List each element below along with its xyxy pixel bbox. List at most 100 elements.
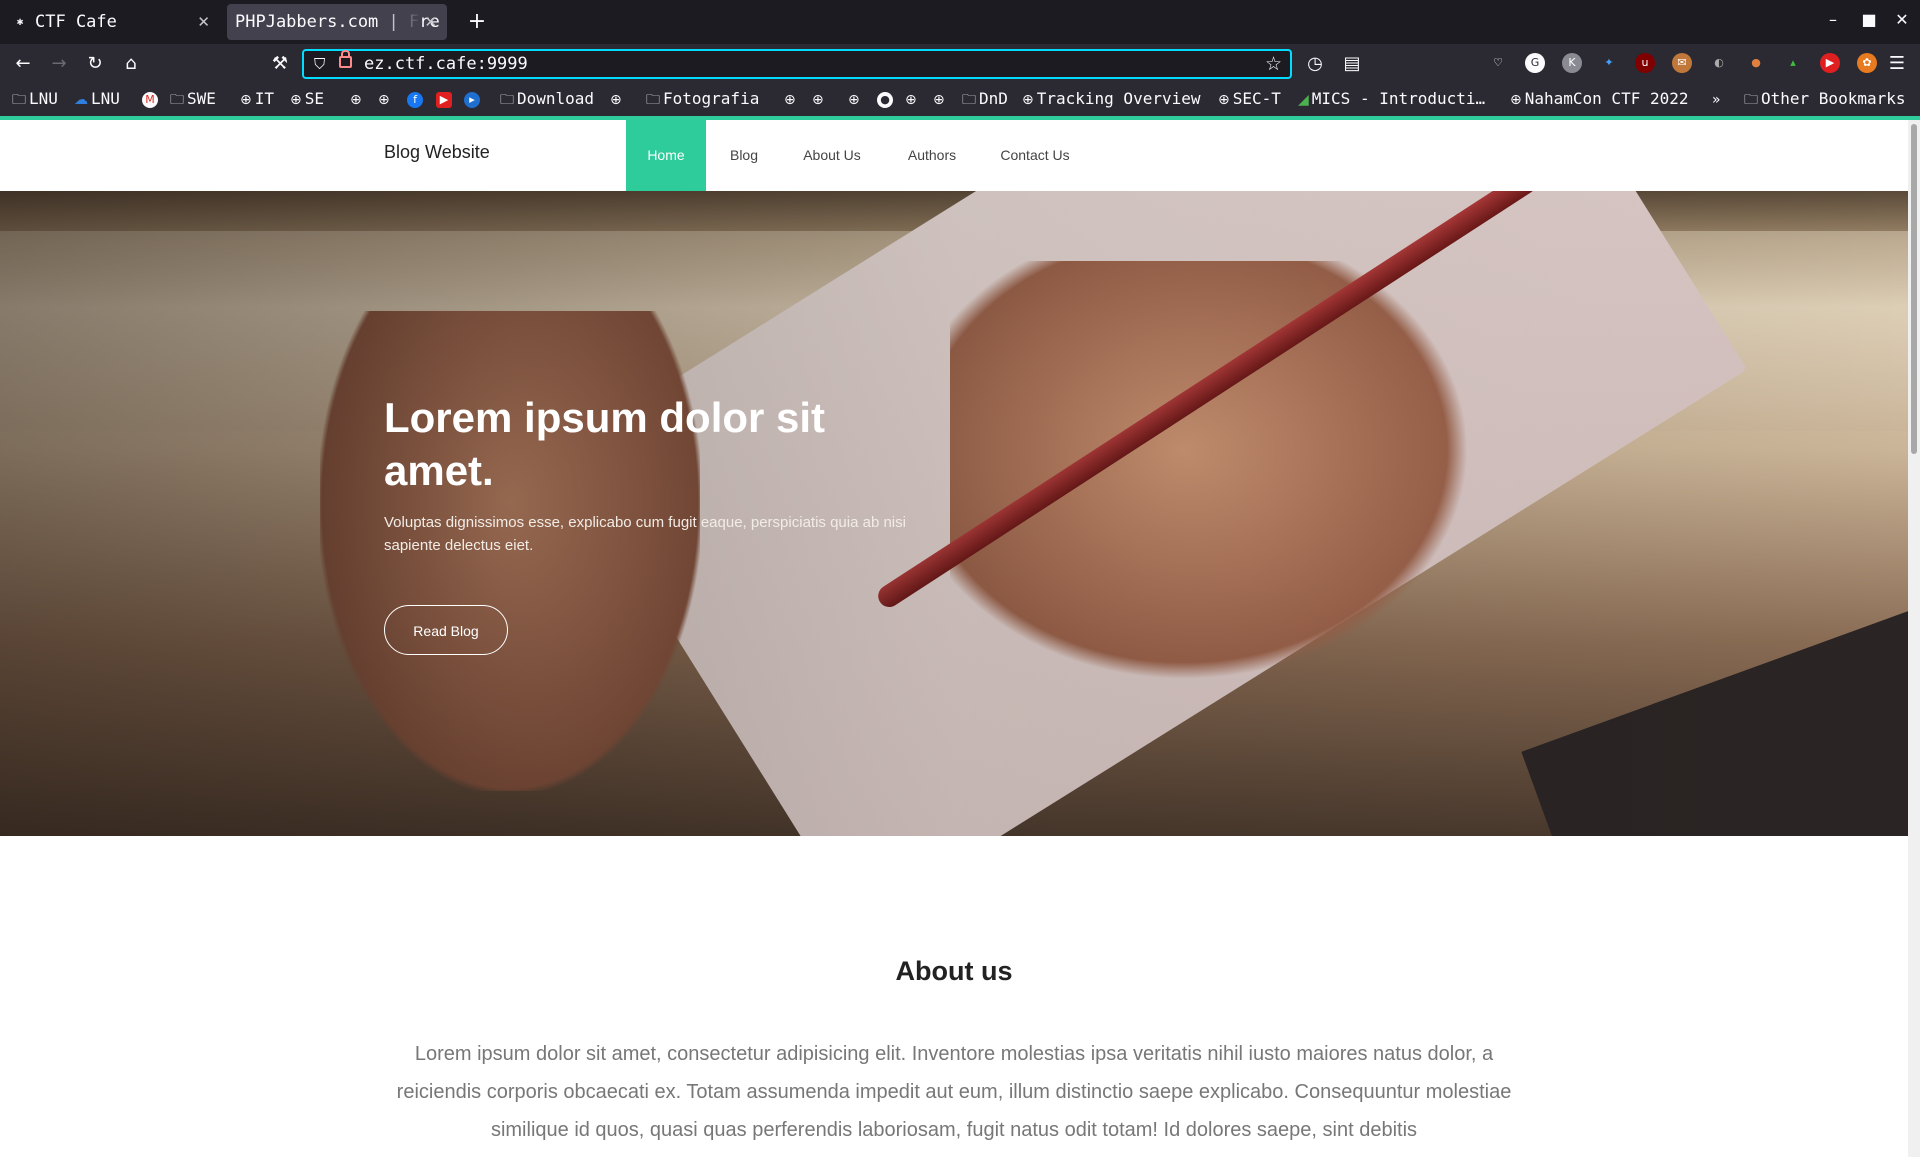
- grammarly-icon[interactable]: G: [1525, 53, 1545, 73]
- dark-reader-icon[interactable]: ◐: [1709, 53, 1729, 73]
- bookmark-it[interactable]: ⊕ IT: [240, 89, 274, 108]
- new-tab-button[interactable]: +: [459, 4, 495, 40]
- reader-view-icon[interactable]: ▤: [1340, 52, 1364, 76]
- folder-icon: 🗀: [12, 92, 26, 108]
- extension-fox-icon[interactable]: ✿: [1857, 53, 1877, 73]
- tab-ctf-cafe[interactable]: ✱ CTF Cafe ✕: [4, 4, 220, 40]
- globe-icon: ⊕: [290, 92, 302, 108]
- nav-blog[interactable]: Blog: [706, 120, 782, 191]
- url-bar[interactable]: ⛉ ez.ctf.cafe:9999 ☆: [302, 49, 1292, 79]
- page-scrollbar[interactable]: [1908, 120, 1920, 1157]
- bookmark-lnu[interactable]: ☁ LNU: [74, 89, 120, 108]
- site-brand[interactable]: Blog Website: [384, 142, 490, 163]
- play-icon[interactable]: ▸: [464, 92, 480, 108]
- pocket-icon[interactable]: ♡: [1488, 53, 1508, 73]
- cloud-icon: ☁: [74, 92, 88, 108]
- hero-overlay: [0, 191, 1908, 836]
- globe-icon: ⊕: [784, 92, 796, 108]
- close-tab-icon[interactable]: ✕: [197, 4, 210, 40]
- globe-icon: ⊕: [1022, 92, 1034, 108]
- forward-icon[interactable]: →: [47, 52, 71, 76]
- youtube-bookmark-icon[interactable]: ▶: [436, 92, 452, 108]
- url-input[interactable]: ez.ctf.cafe:9999: [364, 54, 528, 74]
- folder-icon: 🗀: [962, 92, 976, 108]
- minimize-icon[interactable]: –: [1822, 10, 1844, 29]
- nav-contact-us[interactable]: Contact Us: [982, 120, 1088, 191]
- nav-about-us[interactable]: About Us: [782, 120, 882, 191]
- maximize-icon[interactable]: ■: [1858, 10, 1880, 29]
- ublock-icon[interactable]: u: [1635, 53, 1655, 73]
- bookmarks-bar: 🗀 LNU ☁ LNU M 🗀 SWE ⊕ IT ⊕ SE ⊕ ⊕ f ▶ ▸ 🗀 Down…: [0, 84, 1920, 116]
- back-icon[interactable]: ←: [11, 52, 35, 76]
- site-header: Blog Website Home Blog About Us Authors …: [0, 120, 1908, 191]
- globe-icon: ⊕: [610, 92, 622, 108]
- wrench-icon[interactable]: ⚒: [268, 52, 292, 76]
- bookmark-folder-fotografia[interactable]: 🗀 Fotografia: [646, 89, 759, 113]
- extension-k-icon[interactable]: K: [1562, 53, 1582, 73]
- tab-label: CTF Cafe: [35, 12, 117, 32]
- extension-blue-icon[interactable]: ✦: [1599, 53, 1619, 73]
- bookmark-tracking-overview[interactable]: ⊕ Tracking Overview: [1022, 89, 1201, 108]
- tab-bar: ✱ CTF Cafe ✕ PHPJabbers.com | Fre ✕ + – …: [0, 0, 1920, 44]
- bookmark-mics[interactable]: ◢ MICS - Introducti…: [1298, 89, 1485, 108]
- web-page: Blog Website Home Blog About Us Authors …: [0, 120, 1908, 1157]
- bookmark-folder-other[interactable]: 🗀 Other Bookmarks: [1744, 89, 1906, 113]
- bookmark-globe-4[interactable]: ⊕: [784, 89, 799, 108]
- bookmark-globe-7[interactable]: ⊕: [905, 89, 920, 108]
- tab-phpjabbers[interactable]: PHPJabbers.com | Fre ✕: [227, 4, 447, 40]
- scrollbar-thumb[interactable]: [1911, 124, 1917, 454]
- hero-subtitle: Voluptas dignissimos esse, explicabo cum…: [384, 514, 906, 554]
- bookmark-sec-t[interactable]: ⊕ SEC-T: [1218, 89, 1281, 108]
- bookmark-nahamcon[interactable]: ⊕ NahamCon CTF 2022: [1510, 89, 1689, 108]
- about-title: About us: [895, 956, 1013, 986]
- globe-icon: ⊕: [1510, 92, 1522, 108]
- hero-banner: Lorem ipsum dolor sit amet. Voluptas dig…: [0, 191, 1908, 836]
- reload-icon[interactable]: ↻: [83, 52, 107, 76]
- nav-home[interactable]: Home: [626, 120, 706, 191]
- window-close-icon[interactable]: ✕: [1891, 10, 1913, 29]
- chevrons-right-icon: »: [1712, 92, 1721, 108]
- hero-title: Lorem ipsum dolor sit amet.: [384, 394, 826, 494]
- extension-orange-icon[interactable]: ✉: [1672, 53, 1692, 73]
- insecure-lock-icon[interactable]: [339, 50, 352, 68]
- read-blog-button[interactable]: Read Blog: [384, 605, 508, 655]
- globe-icon: ⊕: [350, 92, 362, 108]
- extension-green-icon[interactable]: ▴: [1783, 53, 1803, 73]
- globe-icon: ⊕: [1218, 92, 1230, 108]
- folder-icon: 🗀: [500, 92, 514, 108]
- globe-icon: ⊕: [933, 92, 945, 108]
- home-icon[interactable]: ⌂: [119, 52, 143, 76]
- menu-icon[interactable]: ☰: [1885, 52, 1909, 76]
- bookmark-globe-3[interactable]: ⊕: [610, 89, 625, 108]
- globe-icon: ⊕: [378, 92, 390, 108]
- globe-icon: ⊕: [848, 92, 860, 108]
- bookmark-folder-lnu[interactable]: 🗀 LNU: [12, 89, 58, 113]
- gmail-icon[interactable]: M: [142, 92, 158, 108]
- globe-icon: ⊕: [905, 92, 917, 108]
- bookmarks-overflow-icon[interactable]: »: [1712, 89, 1724, 108]
- bookmark-folder-download[interactable]: 🗀 Download: [500, 89, 594, 113]
- facebook-icon[interactable]: f: [407, 92, 423, 108]
- bookmark-folder-swe[interactable]: 🗀 SWE: [170, 89, 216, 113]
- nav-authors[interactable]: Authors: [882, 120, 982, 191]
- bookmark-globe-8[interactable]: ⊕: [933, 89, 948, 108]
- bookmark-folder-dnd[interactable]: 🗀 DnD: [962, 89, 1008, 113]
- github-icon[interactable]: ●: [877, 92, 893, 108]
- folder-icon: 🗀: [646, 92, 660, 108]
- history-icon[interactable]: ◷: [1303, 52, 1327, 76]
- bookmark-globe-6[interactable]: ⊕: [848, 89, 863, 108]
- folder-icon: 🗀: [170, 92, 184, 108]
- bookmark-globe-1[interactable]: ⊕: [350, 89, 365, 108]
- folder-icon: 🗀: [1744, 92, 1758, 108]
- globe-icon: ⊕: [812, 92, 824, 108]
- close-tab-icon[interactable]: ✕: [424, 4, 437, 40]
- bookmark-globe-2[interactable]: ⊕: [378, 89, 393, 108]
- ctf-favicon-icon: ✱: [16, 15, 24, 28]
- cookie-icon[interactable]: ●: [1746, 53, 1766, 73]
- bookmark-globe-5[interactable]: ⊕: [812, 89, 827, 108]
- bookmark-star-icon[interactable]: ☆: [1265, 53, 1282, 75]
- globe-icon: ⊕: [240, 92, 252, 108]
- shield-icon[interactable]: ⛉: [314, 55, 325, 73]
- youtube-icon[interactable]: ▶: [1820, 53, 1840, 73]
- bookmark-se[interactable]: ⊕ SE: [290, 89, 324, 108]
